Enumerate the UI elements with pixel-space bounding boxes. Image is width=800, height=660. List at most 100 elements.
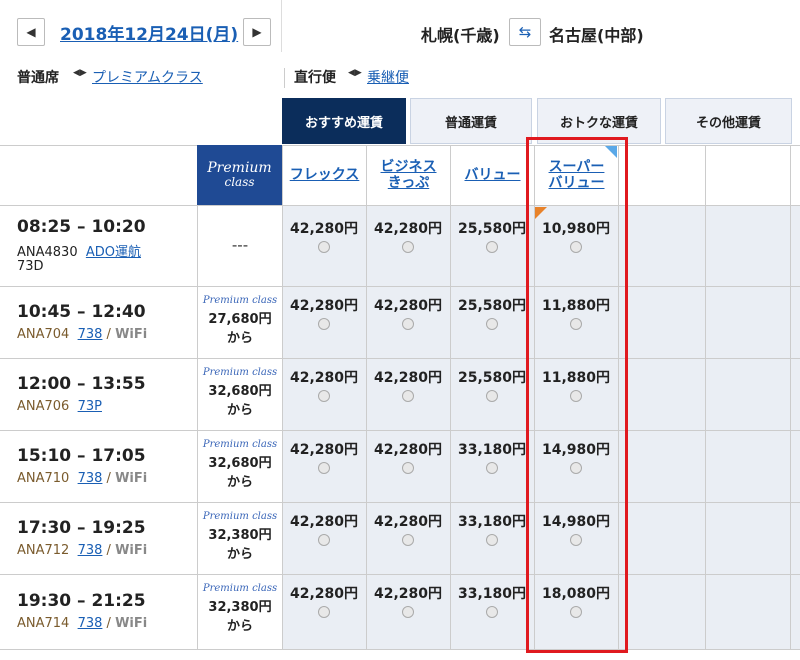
connecting-flight-link[interactable]: 乗継便 [367, 67, 409, 87]
toggle-arrows-icon: ◀▶ [73, 68, 87, 78]
premium-unavailable: --- [231, 236, 249, 254]
fare-table: Premium class フレックス ビジネス きっぷ バリュー スーパー バ… [0, 145, 800, 650]
fare-radio[interactable] [486, 390, 498, 402]
premium-class-price[interactable]: Premium class 27,680円 から [198, 295, 282, 346]
fare-radio[interactable] [570, 462, 582, 474]
next-day-button[interactable]: ▶ [243, 18, 271, 46]
seat-class-current: 普通席 [17, 70, 59, 86]
flight-number-text: ANA712 [17, 543, 70, 558]
fare-radio[interactable] [402, 318, 414, 330]
premium-price: 32,380円 [208, 600, 272, 615]
fare-radio[interactable] [486, 241, 498, 253]
origin-label: 札幌(千歳) [421, 26, 500, 45]
fare-radio[interactable] [486, 318, 498, 330]
premium-class-logo: Premium class [202, 583, 278, 594]
fare-radio[interactable] [402, 606, 414, 618]
tab-recommended-fares[interactable]: おすすめ運賃 [282, 98, 406, 144]
fare-price: 25,580円 [457, 221, 527, 237]
fare-radio[interactable] [318, 241, 330, 253]
date-route-bar: ◀ 2018年12月24日(月) ▶ 札幌(千歳) ⇆ 名古屋(中部) [0, 0, 800, 62]
premium-class-price[interactable]: Premium class 32,680円 から [198, 367, 282, 418]
flight-number-text: ANA714 [17, 616, 70, 631]
fare-radio[interactable] [318, 606, 330, 618]
premium-class-logo-line2: class [224, 175, 255, 190]
fare-price: 42,280円 [289, 586, 359, 602]
premium-class-header: Premium class [197, 145, 282, 205]
row-divider [0, 205, 800, 206]
fare-radio[interactable] [570, 318, 582, 330]
fare-radio[interactable] [486, 606, 498, 618]
fare-radio[interactable] [402, 462, 414, 474]
flight-time: 10:45 – 12:40 [17, 302, 146, 322]
divider [281, 0, 282, 52]
fare-radio[interactable] [318, 462, 330, 474]
date-link[interactable]: 2018年12月24日(月) [60, 20, 238, 45]
chevron-left-icon: ◀ [26, 25, 36, 39]
fare-price: 10,980円 [541, 221, 611, 237]
fare-radio[interactable] [318, 534, 330, 546]
fare-radio[interactable] [402, 534, 414, 546]
swap-icon: ⇆ [518, 23, 532, 41]
flight-number: ANA714 738 / WiFi [17, 616, 148, 631]
aircraft-link[interactable]: 738 [78, 327, 103, 342]
tab-normal-fares[interactable]: 普通運賃 [410, 98, 532, 144]
fare-price: 33,180円 [457, 514, 527, 530]
fare-price: 42,280円 [373, 221, 443, 237]
flight-time: 15:10 – 17:05 [17, 446, 146, 466]
fare-price: 18,080円 [541, 586, 611, 602]
column-divider [790, 145, 791, 650]
tab-discount-fares[interactable]: おトクな運賃 [537, 98, 661, 144]
row-divider [0, 430, 800, 431]
premium-class-price[interactable]: Premium class 32,380円 から [198, 583, 282, 634]
fare-price: 42,280円 [373, 442, 443, 458]
flight-number: ANA704 738 / WiFi [17, 327, 148, 342]
chevron-right-icon: ▶ [252, 25, 262, 39]
wifi-label: WiFi [115, 327, 148, 342]
aircraft-link[interactable]: 738 [78, 543, 103, 558]
flight-number: ANA706 73P [17, 399, 102, 414]
fare-radio[interactable] [486, 534, 498, 546]
tab-other-fares[interactable]: その他運賃 [665, 98, 792, 144]
fare-radio[interactable] [570, 606, 582, 618]
premium-class-logo-line1: Premium [207, 160, 272, 177]
aircraft-type: 73D [17, 259, 44, 274]
flight-type-current: 直行便 [294, 70, 336, 86]
fare-header-value[interactable]: バリュー [451, 145, 534, 205]
row-divider [0, 649, 800, 650]
premium-class-logo: Premium class [202, 511, 278, 522]
fare-radio[interactable] [570, 241, 582, 253]
flight-number-text: ANA710 [17, 471, 70, 486]
fare-price: 42,280円 [373, 298, 443, 314]
premium-class-price[interactable]: Premium class 32,680円 から [198, 439, 282, 490]
fare-radio[interactable] [402, 390, 414, 402]
premium-class-price[interactable]: Premium class 32,380円 から [198, 511, 282, 562]
from-label: から [226, 547, 253, 562]
corner-marker-icon [605, 146, 617, 158]
fare-radio[interactable] [486, 462, 498, 474]
fare-radio[interactable] [318, 390, 330, 402]
fare-header-business[interactable]: ビジネス きっぷ [367, 145, 450, 205]
fare-radio[interactable] [318, 318, 330, 330]
fare-price: 42,280円 [373, 586, 443, 602]
operator-link[interactable]: ADO運航 [86, 245, 141, 260]
flight-number: ANA712 738 / WiFi [17, 543, 148, 558]
destination-label: 名古屋(中部) [549, 26, 644, 45]
fare-price: 33,180円 [457, 442, 527, 458]
swap-route-button[interactable]: ⇆ [509, 18, 541, 46]
prev-day-button[interactable]: ◀ [17, 18, 45, 46]
flight-time: 19:30 – 21:25 [17, 591, 146, 611]
flight-number-text: ANA706 [17, 399, 70, 414]
aircraft-link[interactable]: 738 [78, 471, 103, 486]
premium-class-link[interactable]: プレミアムクラス [92, 67, 203, 87]
aircraft-link[interactable]: 738 [78, 616, 103, 631]
fare-header-flex[interactable]: フレックス [283, 145, 366, 205]
column-divider [618, 145, 619, 650]
fare-radio[interactable] [402, 241, 414, 253]
flight-time: 08:25 – 10:20 [17, 217, 146, 237]
fare-radio[interactable] [570, 390, 582, 402]
row-divider [0, 286, 800, 287]
premium-price: 27,680円 [208, 312, 272, 327]
fare-radio[interactable] [570, 534, 582, 546]
fare-price: 42,280円 [289, 370, 359, 386]
aircraft-link[interactable]: 73P [78, 399, 102, 414]
